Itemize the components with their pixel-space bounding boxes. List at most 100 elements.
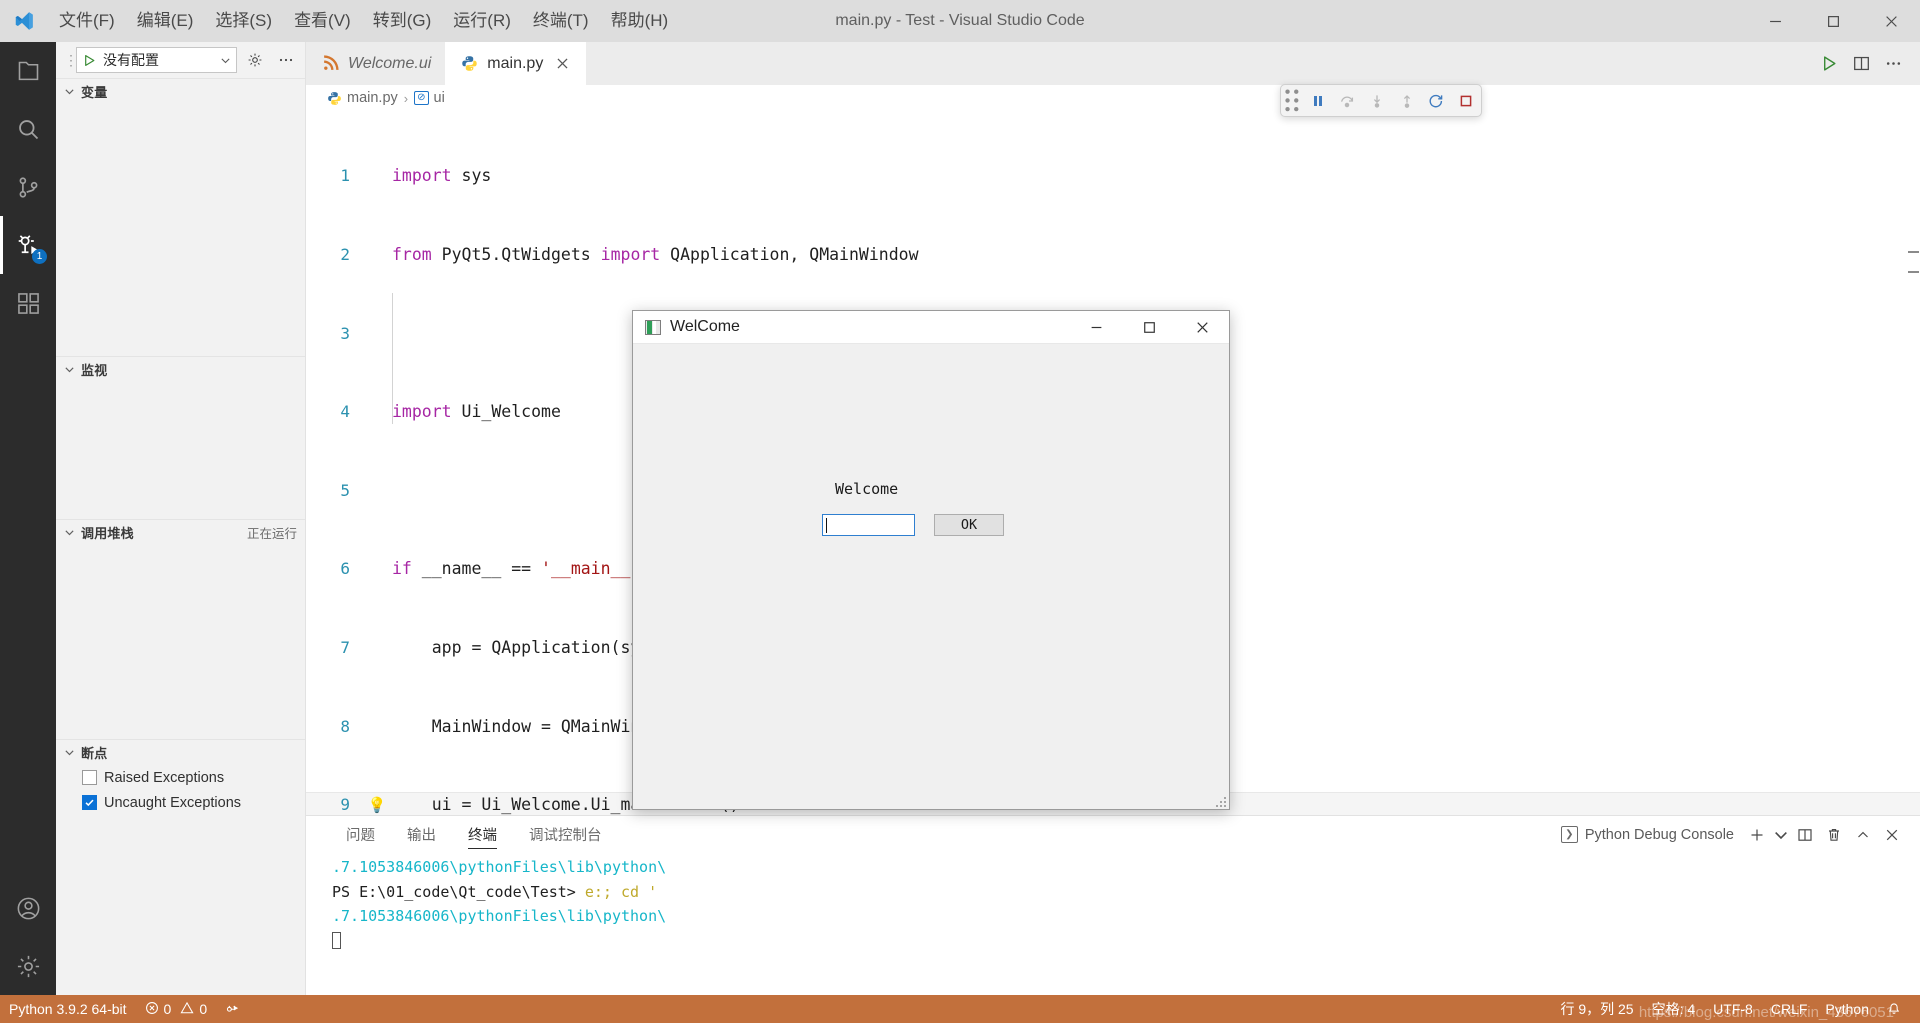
maximize-icon[interactable]	[1804, 0, 1862, 42]
tab-debug-console[interactable]: 调试控制台	[515, 816, 616, 853]
menu-file[interactable]: 文件(F)	[48, 0, 126, 42]
encoding-label: UTF-8	[1713, 1001, 1753, 1017]
welcome-input[interactable]	[822, 514, 915, 536]
restart-icon[interactable]	[1422, 85, 1452, 116]
section-header-variables[interactable]: 变量	[56, 79, 305, 104]
checkbox-raised-exceptions[interactable]	[82, 770, 97, 785]
call-stack-status: 正在运行	[246, 527, 297, 541]
trash-icon[interactable]	[1820, 820, 1848, 850]
chevron-down-icon[interactable]	[1772, 820, 1790, 850]
status-encoding[interactable]: UTF-8	[1704, 995, 1762, 1023]
extensions-icon[interactable]	[0, 274, 56, 332]
close-icon[interactable]	[1176, 311, 1229, 344]
list-item[interactable]: Raised Exceptions	[56, 765, 305, 790]
python-file-icon	[326, 90, 342, 106]
panel-tabs: 问题 输出 终端 调试控制台 ❯ Python Debug Console	[306, 816, 1920, 853]
sidebar-item-run-and-debug[interactable]: 1	[0, 216, 56, 274]
debug-configuration-select[interactable]: 没有配置	[76, 47, 237, 73]
split-terminal-button[interactable]	[1791, 820, 1819, 850]
minimize-icon[interactable]	[1070, 311, 1123, 344]
status-badge[interactable]: 0 0	[136, 995, 217, 1023]
editor-scrollbar[interactable]	[1906, 111, 1920, 815]
status-eol[interactable]: CRLF	[1762, 995, 1817, 1023]
account-icon[interactable]	[0, 879, 56, 937]
status-python-label: Python 3.9.2 64-bit	[9, 1001, 127, 1017]
terminal-command: e:; cd '	[584, 882, 658, 901]
breakpoint-label: Uncaught Exceptions	[104, 794, 242, 811]
ellipsis-icon[interactable]	[1878, 42, 1908, 85]
menu-terminal[interactable]: 终端(T)	[522, 0, 600, 42]
tab-output[interactable]: 输出	[393, 816, 450, 853]
breadcrumb-file-label: main.py	[347, 90, 398, 106]
gear-icon[interactable]	[242, 47, 268, 73]
eol-label: CRLF	[1770, 1001, 1808, 1017]
run-python-file-button[interactable]	[1814, 42, 1844, 85]
terminal-selector[interactable]: ❯ Python Debug Console	[1560, 826, 1734, 843]
tab-terminal[interactable]: 终端	[454, 816, 511, 853]
lightbulb-icon[interactable]: 💡	[362, 797, 392, 813]
tab-main-py[interactable]: main.py	[445, 42, 587, 85]
breadcrumb-separator: ›	[403, 90, 409, 106]
section-breakpoints: 断点 Raised Exceptions Uncaught Exceptions	[56, 739, 305, 995]
search-icon[interactable]	[0, 100, 56, 158]
close-icon[interactable]	[1862, 0, 1920, 42]
menu-help[interactable]: 帮助(H)	[600, 0, 680, 42]
ellipsis-icon[interactable]	[273, 47, 299, 73]
welcome-dialog[interactable]: WelCome Welcome OK	[632, 310, 1230, 810]
code-text: if __name__ == '__main__':	[392, 559, 650, 579]
terminal-output[interactable]: .7.1053846006\pythonFiles\lib\python\ PS…	[306, 853, 1920, 995]
chevron-down-icon	[62, 527, 77, 538]
warning-count: 0	[199, 1001, 208, 1017]
menu-selection[interactable]: 选择(S)	[204, 0, 283, 42]
close-icon[interactable]	[1878, 820, 1906, 850]
maximize-icon[interactable]	[1123, 311, 1176, 344]
grip-icon[interactable]	[1281, 83, 1303, 118]
stop-icon[interactable]	[1451, 85, 1481, 116]
status-cursor-position[interactable]: 行 9，列 25	[1551, 995, 1642, 1023]
status-indentation[interactable]: 空格: 4	[1643, 995, 1705, 1023]
status-python-interpreter[interactable]: Python 3.9.2 64-bit	[0, 995, 136, 1023]
new-terminal-button[interactable]	[1743, 820, 1771, 850]
section-header-watch[interactable]: 监视	[56, 357, 305, 382]
step-over-icon[interactable]	[1332, 85, 1362, 116]
code-line: 1 import sys	[306, 163, 1920, 189]
chevron-up-icon[interactable]	[1849, 820, 1877, 850]
section-header-breakpoints[interactable]: 断点	[56, 740, 305, 765]
breadcrumb-symbol[interactable]: ⊘ ui	[414, 90, 445, 106]
terminal-text: .7.1053846006\pythonFiles\lib\python\	[332, 858, 667, 876]
status-run-python[interactable]	[216, 995, 248, 1023]
section-title-variables: 变量	[81, 85, 108, 100]
minimize-icon[interactable]	[1746, 0, 1804, 42]
floating-debug-toolbar[interactable]	[1280, 84, 1482, 117]
menu-go[interactable]: 转到(G)	[362, 0, 443, 42]
tab-welcome-ui[interactable]: Welcome.ui	[306, 42, 445, 85]
line-number: 7	[340, 637, 350, 657]
python-file-icon	[460, 55, 478, 73]
notifications-bell-icon[interactable]	[1878, 995, 1910, 1023]
chevron-down-icon[interactable]	[214, 55, 236, 66]
pause-icon[interactable]	[1303, 85, 1333, 116]
breadcrumb-file[interactable]: main.py	[326, 90, 398, 106]
resize-grip[interactable]	[1214, 795, 1226, 807]
split-editor-button[interactable]	[1846, 42, 1876, 85]
menu-edit[interactable]: 编辑(E)	[126, 0, 205, 42]
status-language-mode[interactable]: Python	[1816, 995, 1878, 1023]
section-header-call-stack[interactable]: 调用堆栈 正在运行	[56, 520, 305, 545]
source-control-icon[interactable]	[0, 158, 56, 216]
menu-view[interactable]: 查看(V)	[283, 0, 362, 42]
close-icon[interactable]	[552, 54, 572, 74]
terminal-line: PS E:\01_code\Qt_code\Test> e:; cd '	[332, 880, 1920, 905]
terminal-cursor-line	[332, 929, 1920, 954]
step-out-icon[interactable]	[1392, 85, 1422, 116]
breakpoints-list: Raised Exceptions Uncaught Exceptions	[56, 765, 305, 815]
files-icon[interactable]	[0, 42, 56, 100]
play-icon[interactable]	[77, 54, 101, 67]
gear-icon[interactable]	[0, 937, 56, 995]
breadcrumb: main.py › ⊘ ui	[306, 85, 1920, 111]
list-item[interactable]: Uncaught Exceptions	[56, 790, 305, 815]
checkbox-uncaught-exceptions[interactable]	[82, 795, 97, 810]
ok-button[interactable]: OK	[934, 514, 1004, 536]
step-into-icon[interactable]	[1362, 85, 1392, 116]
menu-run[interactable]: 运行(R)	[442, 0, 522, 42]
tab-problems[interactable]: 问题	[332, 816, 389, 853]
